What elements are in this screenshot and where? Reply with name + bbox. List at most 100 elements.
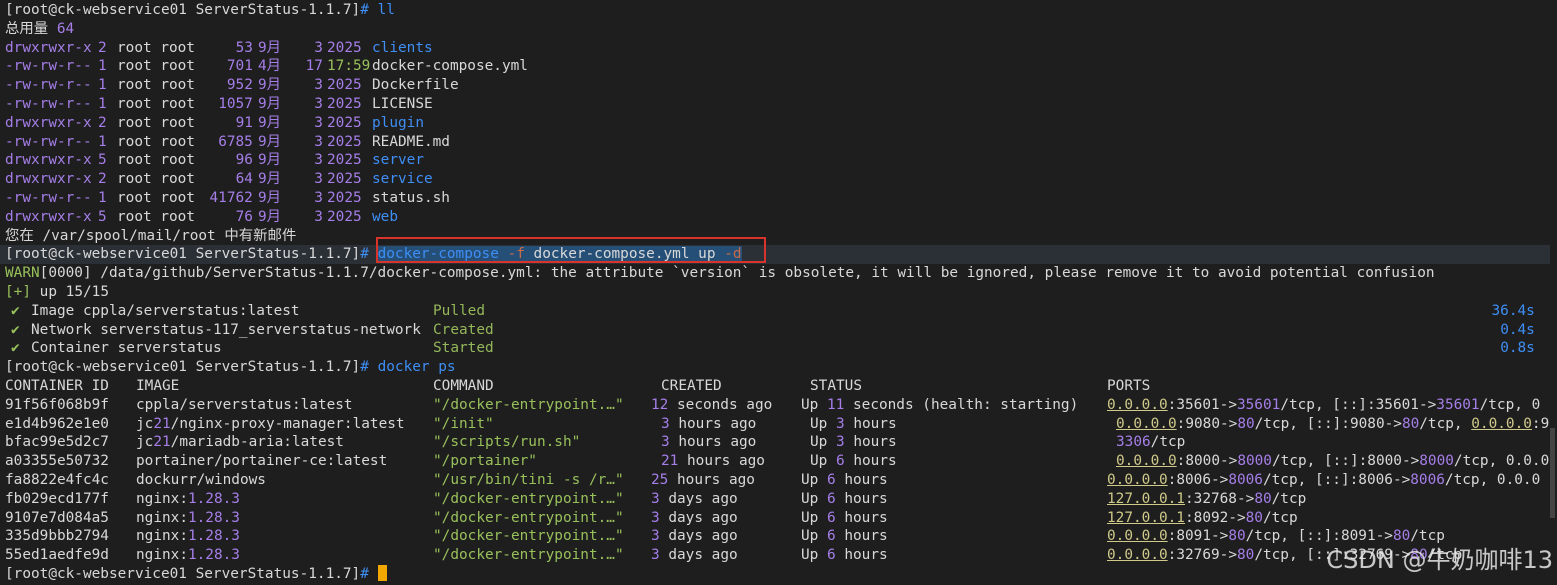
container-image: portainer/portainer-ce:latest bbox=[136, 453, 388, 470]
link-count: 1 bbox=[98, 190, 107, 206]
container-command: "/scripts/run.sh" bbox=[433, 434, 581, 451]
container-command: "/usr/bin/tini -s /r…" bbox=[433, 472, 624, 488]
link-count: 2 bbox=[98, 39, 107, 56]
file-size: 64 bbox=[235, 171, 253, 188]
container-ports: 0.0.0.0:8006->8006/tcp, [::]:8006->8006/… bbox=[1107, 472, 1541, 488]
file-day: 3 bbox=[314, 39, 323, 56]
check-icon: ✔ bbox=[11, 302, 20, 319]
file-name: README.md bbox=[372, 133, 450, 150]
link-count: 1 bbox=[98, 58, 107, 75]
container-created: 3 days ago bbox=[651, 528, 738, 545]
container-id: e1d4b962e1e0 bbox=[5, 415, 109, 432]
column-header: PORTS bbox=[1107, 378, 1151, 394]
undefined: [root@ck-webservice01 ServerStatus-1.1.7… bbox=[5, 1, 395, 20]
file-permissions: -rw-rw-r-- bbox=[5, 96, 92, 112]
file-permissions: drwxrwxr-x bbox=[5, 152, 92, 169]
progress-text: up 15/15 bbox=[39, 284, 109, 300]
check-icon: ✔ bbox=[11, 340, 20, 357]
file-owner: root root bbox=[117, 39, 195, 56]
directory-name: plugin bbox=[372, 114, 424, 131]
file-time: 2025 bbox=[327, 77, 362, 94]
container-created: 3 hours ago bbox=[661, 434, 757, 451]
container-command: "/docker-entrypoint.…" bbox=[433, 509, 624, 526]
scrollbar-thumb[interactable] bbox=[1550, 428, 1555, 518]
link-count: 1 bbox=[98, 96, 107, 112]
file-size: 701 bbox=[226, 58, 253, 75]
shell-prompt: [root@ck-webservice01 ServerStatus-1.1.7… bbox=[5, 2, 361, 18]
prompt-hash: # bbox=[360, 246, 369, 263]
file-owner: root root bbox=[117, 58, 195, 75]
container-command: "/docker-entrypoint.…" bbox=[433, 396, 624, 413]
container-command: "/portainer" bbox=[433, 453, 537, 470]
file-name: Dockerfile bbox=[372, 77, 459, 94]
container-id: fa8822e4fc4c bbox=[5, 472, 109, 488]
file-time: 2025 bbox=[327, 39, 362, 56]
container-image: cppla/serverstatus:latest bbox=[136, 396, 353, 413]
step-status: Pulled bbox=[433, 302, 485, 319]
step-label: Container serverstatus bbox=[31, 340, 222, 357]
container-status: Up 3 hours bbox=[810, 415, 897, 432]
table-row: fb029ecd177f nginx:1.28.3 "/docker-entrypo… bbox=[5, 490, 1550, 509]
file-month: 9月 bbox=[258, 171, 282, 188]
container-image: nginx:1.28.3 bbox=[136, 490, 240, 507]
file-size: 952 bbox=[226, 77, 253, 94]
shell-prompt: [root@ck-webservice01 ServerStatus-1.1.7… bbox=[5, 566, 361, 582]
container-created: 3 days ago bbox=[651, 490, 738, 507]
file-month: 9月 bbox=[258, 152, 282, 169]
terminal-window[interactable]: [root@ck-webservice01 ServerStatus-1.1.7… bbox=[0, 0, 1557, 585]
table-row: bfac99e5d2c7 jc21/mariadb-aria:latest "/sc… bbox=[5, 433, 1550, 452]
file-time: 2025 bbox=[327, 114, 362, 131]
prompt-line-final: [root@ck-webservice01 ServerStatus-1.1.7… bbox=[5, 565, 387, 584]
file-day: 3 bbox=[314, 114, 323, 131]
file-owner: root root bbox=[117, 190, 195, 206]
file-day: 3 bbox=[314, 208, 323, 225]
file-permissions: -rw-rw-r-- bbox=[5, 190, 92, 206]
container-image: dockurr/windows bbox=[136, 472, 266, 488]
file-size: 76 bbox=[235, 208, 253, 225]
step-duration: 36.4s bbox=[1491, 302, 1535, 319]
total-label: 总用量 bbox=[5, 20, 57, 37]
table-row: e1d4b962e1e0 jc21/nginx-proxy-manager:lat… bbox=[5, 415, 1550, 434]
column-header: STATUS bbox=[810, 378, 862, 394]
container-command: "/docker-entrypoint.…" bbox=[433, 528, 624, 545]
prompt-line-ps: [root@ck-webservice01 ServerStatus-1.1.7… bbox=[5, 358, 456, 377]
container-status: Up 6 hours bbox=[801, 472, 888, 488]
file-day: 3 bbox=[314, 133, 323, 150]
file-size: 6785 bbox=[218, 133, 253, 150]
command-highlight-box bbox=[376, 237, 766, 264]
file-day: 3 bbox=[314, 190, 323, 206]
container-image: jc21/nginx-proxy-manager:latest bbox=[136, 415, 405, 432]
file-permissions: drwxrwxr-x bbox=[5, 114, 92, 131]
file-owner: root root bbox=[117, 208, 195, 225]
container-created: 3 hours ago bbox=[661, 415, 757, 432]
file-size: 53 bbox=[235, 39, 253, 56]
container-image: nginx:1.28.3 bbox=[136, 509, 240, 526]
step-status: Created bbox=[433, 321, 494, 338]
container-ports: 127.0.0.1:32768->80/tcp bbox=[1107, 490, 1307, 507]
step-status: Started bbox=[433, 340, 494, 357]
check-icon: ✔ bbox=[11, 321, 20, 338]
prompt-hash: # bbox=[360, 2, 369, 18]
table-row: 335d9bbb2794 nginx:1.28.3 "/docker-entrypo… bbox=[5, 527, 1550, 546]
file-month: 9月 bbox=[258, 133, 282, 150]
file-owner: root root bbox=[117, 114, 195, 131]
container-id: fb029ecd177f bbox=[5, 490, 109, 507]
warning-line: WARN[0000] /data/github/ServerStatus-1.1… bbox=[5, 264, 1435, 283]
table-row: fa8822e4fc4c dockurr/windows "/usr/bin/tin… bbox=[5, 471, 1550, 490]
container-created: 25 hours ago bbox=[651, 472, 755, 488]
command-ll: ll bbox=[377, 2, 395, 18]
container-ports: 127.0.0.1:8092->80/tcp bbox=[1107, 509, 1298, 526]
file-name: LICENSE bbox=[372, 96, 433, 112]
container-created: 21 hours ago bbox=[661, 453, 765, 470]
progress-prefix: [+] bbox=[5, 284, 31, 300]
container-created: 3 days ago bbox=[651, 547, 738, 564]
file-day: 3 bbox=[314, 152, 323, 169]
text-cursor[interactable] bbox=[377, 565, 387, 581]
file-owner: root root bbox=[117, 77, 195, 94]
file-month: 9月 bbox=[258, 39, 282, 56]
container-id: 335d9bbb2794 bbox=[5, 528, 109, 545]
